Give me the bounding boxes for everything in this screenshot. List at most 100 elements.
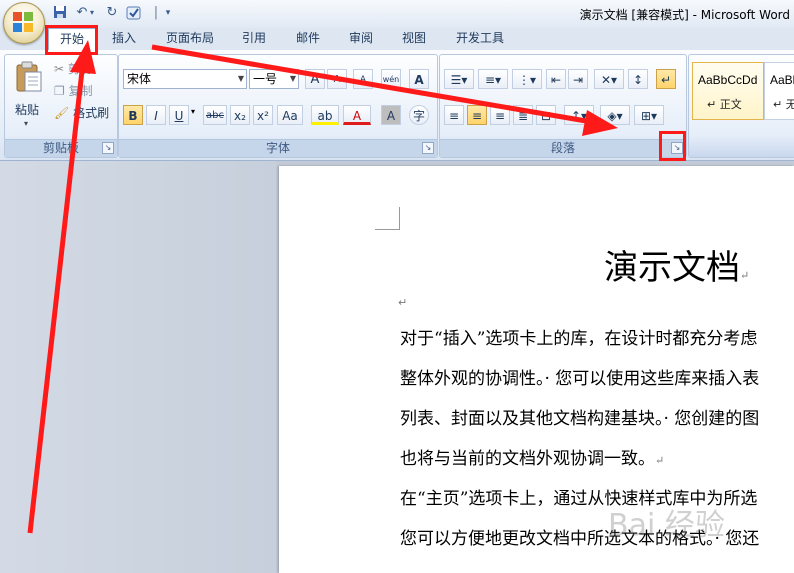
- char-border-button[interactable]: A: [409, 69, 429, 89]
- customize-toolbar-icon[interactable]: ▾: [160, 5, 176, 21]
- tab-insert[interactable]: 插入: [104, 28, 144, 49]
- format-painter-label: 格式刷: [73, 106, 110, 120]
- clear-format-button[interactable]: A: [353, 69, 373, 89]
- tab-page-layout[interactable]: 页面布局: [158, 28, 222, 49]
- paintbrush-icon: 🖌: [54, 106, 70, 120]
- redo-icon[interactable]: ↻: [104, 5, 120, 21]
- strikethrough-icon: abc: [206, 110, 224, 121]
- shrink-font-button[interactable]: A: [327, 69, 347, 89]
- copy-icon: ❐: [54, 84, 65, 98]
- style-normal[interactable]: AaBbCcDd ↵ 正文: [692, 62, 764, 120]
- font-launcher-icon[interactable]: ↘: [422, 142, 434, 154]
- multilevel-list-button[interactable]: ⋮▾: [512, 69, 542, 89]
- office-logo-icon: [13, 12, 33, 32]
- char-shading-button[interactable]: A: [381, 105, 401, 125]
- multilevel-list-icon: ⋮▾: [517, 73, 537, 87]
- paste-label: 粘贴: [15, 103, 40, 117]
- paste-dropdown-icon: ▾: [24, 119, 29, 128]
- decrease-indent-icon: ⇤: [550, 73, 562, 87]
- shading-button[interactable]: ◈▾: [600, 105, 630, 125]
- style-no-spacing[interactable]: AaBb ↵ 无: [764, 62, 794, 120]
- underline-dropdown-icon[interactable]: ▾: [191, 107, 195, 116]
- underline-button[interactable]: U: [169, 105, 189, 125]
- justify-button[interactable]: ≣: [513, 105, 533, 125]
- font-color-icon: A: [352, 109, 362, 123]
- paint-bucket-icon: ◈▾: [607, 109, 623, 123]
- body-line[interactable]: 整体外观的协调性。· 您可以使用这些库来插入表: [400, 364, 759, 389]
- style-name: ↵ 无: [773, 98, 794, 111]
- align-right-button[interactable]: ≡: [490, 105, 510, 125]
- font-name-value: 宋体: [127, 72, 152, 86]
- asian-layout-button[interactable]: ✕▾: [594, 69, 624, 89]
- sort-button[interactable]: ↕: [628, 69, 648, 89]
- office-button[interactable]: [3, 2, 45, 44]
- clipboard-launcher-icon[interactable]: ↘: [102, 142, 114, 154]
- tab-review[interactable]: 审阅: [341, 28, 381, 49]
- style-name: ↵ 正文: [707, 98, 742, 111]
- copy-button[interactable]: ❐ 复制: [53, 80, 94, 102]
- increase-indent-icon: ⇥: [572, 73, 584, 87]
- tab-view[interactable]: 视图: [394, 28, 434, 49]
- save-icon[interactable]: [52, 5, 68, 21]
- font-group-label: 字体: [119, 139, 437, 157]
- paragraph-mark-icon: ↵: [655, 454, 665, 467]
- char-shading-icon: A: [386, 109, 396, 123]
- align-center-icon: ≡: [471, 109, 483, 123]
- cut-label: 剪切: [67, 62, 92, 76]
- format-painter-button[interactable]: 🖌 格式刷: [53, 102, 110, 124]
- strikethrough-button[interactable]: abc: [203, 105, 227, 125]
- body-line[interactable]: 对于“插入”选项卡上的库，在设计时都充分考虑: [400, 324, 757, 349]
- italic-icon: I: [154, 109, 158, 123]
- decrease-indent-button[interactable]: ⇤: [546, 69, 566, 89]
- clipboard-group: 粘贴 ▾ ✂ 剪切 ❐ 复制 🖌 格式刷 剪贴板 ↘: [4, 54, 118, 158]
- paste-button[interactable]: 粘贴 ▾: [11, 59, 47, 131]
- ribbon-tabs: 开始 插入 页面布局 引用 邮件 审阅 视图 开发工具: [0, 28, 794, 51]
- numbering-button[interactable]: ≡▾: [478, 69, 508, 89]
- tab-developer[interactable]: 开发工具: [448, 28, 512, 49]
- window-title: 演示文档 [兼容模式] - Microsoft Word: [579, 8, 790, 22]
- change-case-icon: Aa: [282, 109, 298, 123]
- paragraph-group: ☰▾ ≡▾ ⋮▾ ⇤ ⇥ ✕▾ ↕ ↵ ≡ ≡ ≡ ≣ ⊟ ↕▾ ◈▾ ⊞▾ 段…: [439, 54, 687, 158]
- font-size-combo[interactable]: 一号 ▼: [249, 69, 299, 89]
- tab-mailings[interactable]: 邮件: [288, 28, 328, 49]
- line-spacing-button[interactable]: ↕▾: [564, 105, 594, 125]
- check-icon[interactable]: [126, 5, 142, 21]
- tab-references[interactable]: 引用: [234, 28, 274, 49]
- body-line[interactable]: 列表、封面以及其他文档构建基块。· 您创建的图: [400, 404, 759, 429]
- font-color-button[interactable]: A: [343, 105, 371, 125]
- borders-button[interactable]: ⊞▾: [634, 105, 664, 125]
- phonetic-guide-icon: wén: [382, 75, 400, 84]
- align-right-icon: ≡: [494, 109, 506, 123]
- increase-indent-button[interactable]: ⇥: [568, 69, 588, 89]
- highlight-icon: ab: [317, 109, 333, 123]
- document-heading[interactable]: 演示文档↵: [604, 240, 749, 289]
- align-center-button[interactable]: ≡: [467, 105, 487, 125]
- bold-button[interactable]: B: [123, 105, 143, 125]
- bold-icon: B: [128, 109, 138, 123]
- cut-button[interactable]: ✂ 剪切: [53, 58, 93, 80]
- font-group: 宋体 ▼ 一号 ▼ A A A wén A B I U ▾ abc x₂ x² Aa…: [118, 54, 438, 158]
- sort-icon: ↕: [632, 73, 644, 87]
- highlight-button[interactable]: ab: [311, 105, 339, 125]
- numbering-icon: ≡▾: [484, 73, 502, 87]
- char-border-icon: A: [414, 73, 424, 87]
- undo-dropdown-icon[interactable]: ▾: [88, 5, 96, 21]
- align-left-button[interactable]: ≡: [444, 105, 464, 125]
- body-line[interactable]: 也将与当前的文档外观协调一致。↵: [400, 444, 664, 469]
- justify-icon: ≣: [517, 109, 529, 123]
- phonetic-guide-button[interactable]: wén: [381, 69, 401, 89]
- clear-format-icon: A: [359, 75, 367, 85]
- change-case-button[interactable]: Aa: [277, 105, 303, 125]
- title-bar: ↶ ▾ ↻ | ▾ 演示文档 [兼容模式] - Microsoft Word: [0, 0, 794, 28]
- document-heading-text: 演示文档: [604, 248, 740, 288]
- show-marks-button[interactable]: ↵: [656, 69, 676, 89]
- font-name-combo[interactable]: 宋体 ▼: [123, 69, 247, 89]
- bullets-button[interactable]: ☰▾: [444, 69, 474, 89]
- underline-icon: U: [174, 109, 184, 123]
- distributed-button[interactable]: ⊟: [536, 105, 556, 125]
- grow-font-button[interactable]: A: [305, 69, 325, 89]
- italic-button[interactable]: I: [146, 105, 166, 125]
- superscript-button[interactable]: x²: [253, 105, 273, 125]
- enclose-char-button[interactable]: 字: [409, 105, 429, 125]
- subscript-button[interactable]: x₂: [230, 105, 250, 125]
